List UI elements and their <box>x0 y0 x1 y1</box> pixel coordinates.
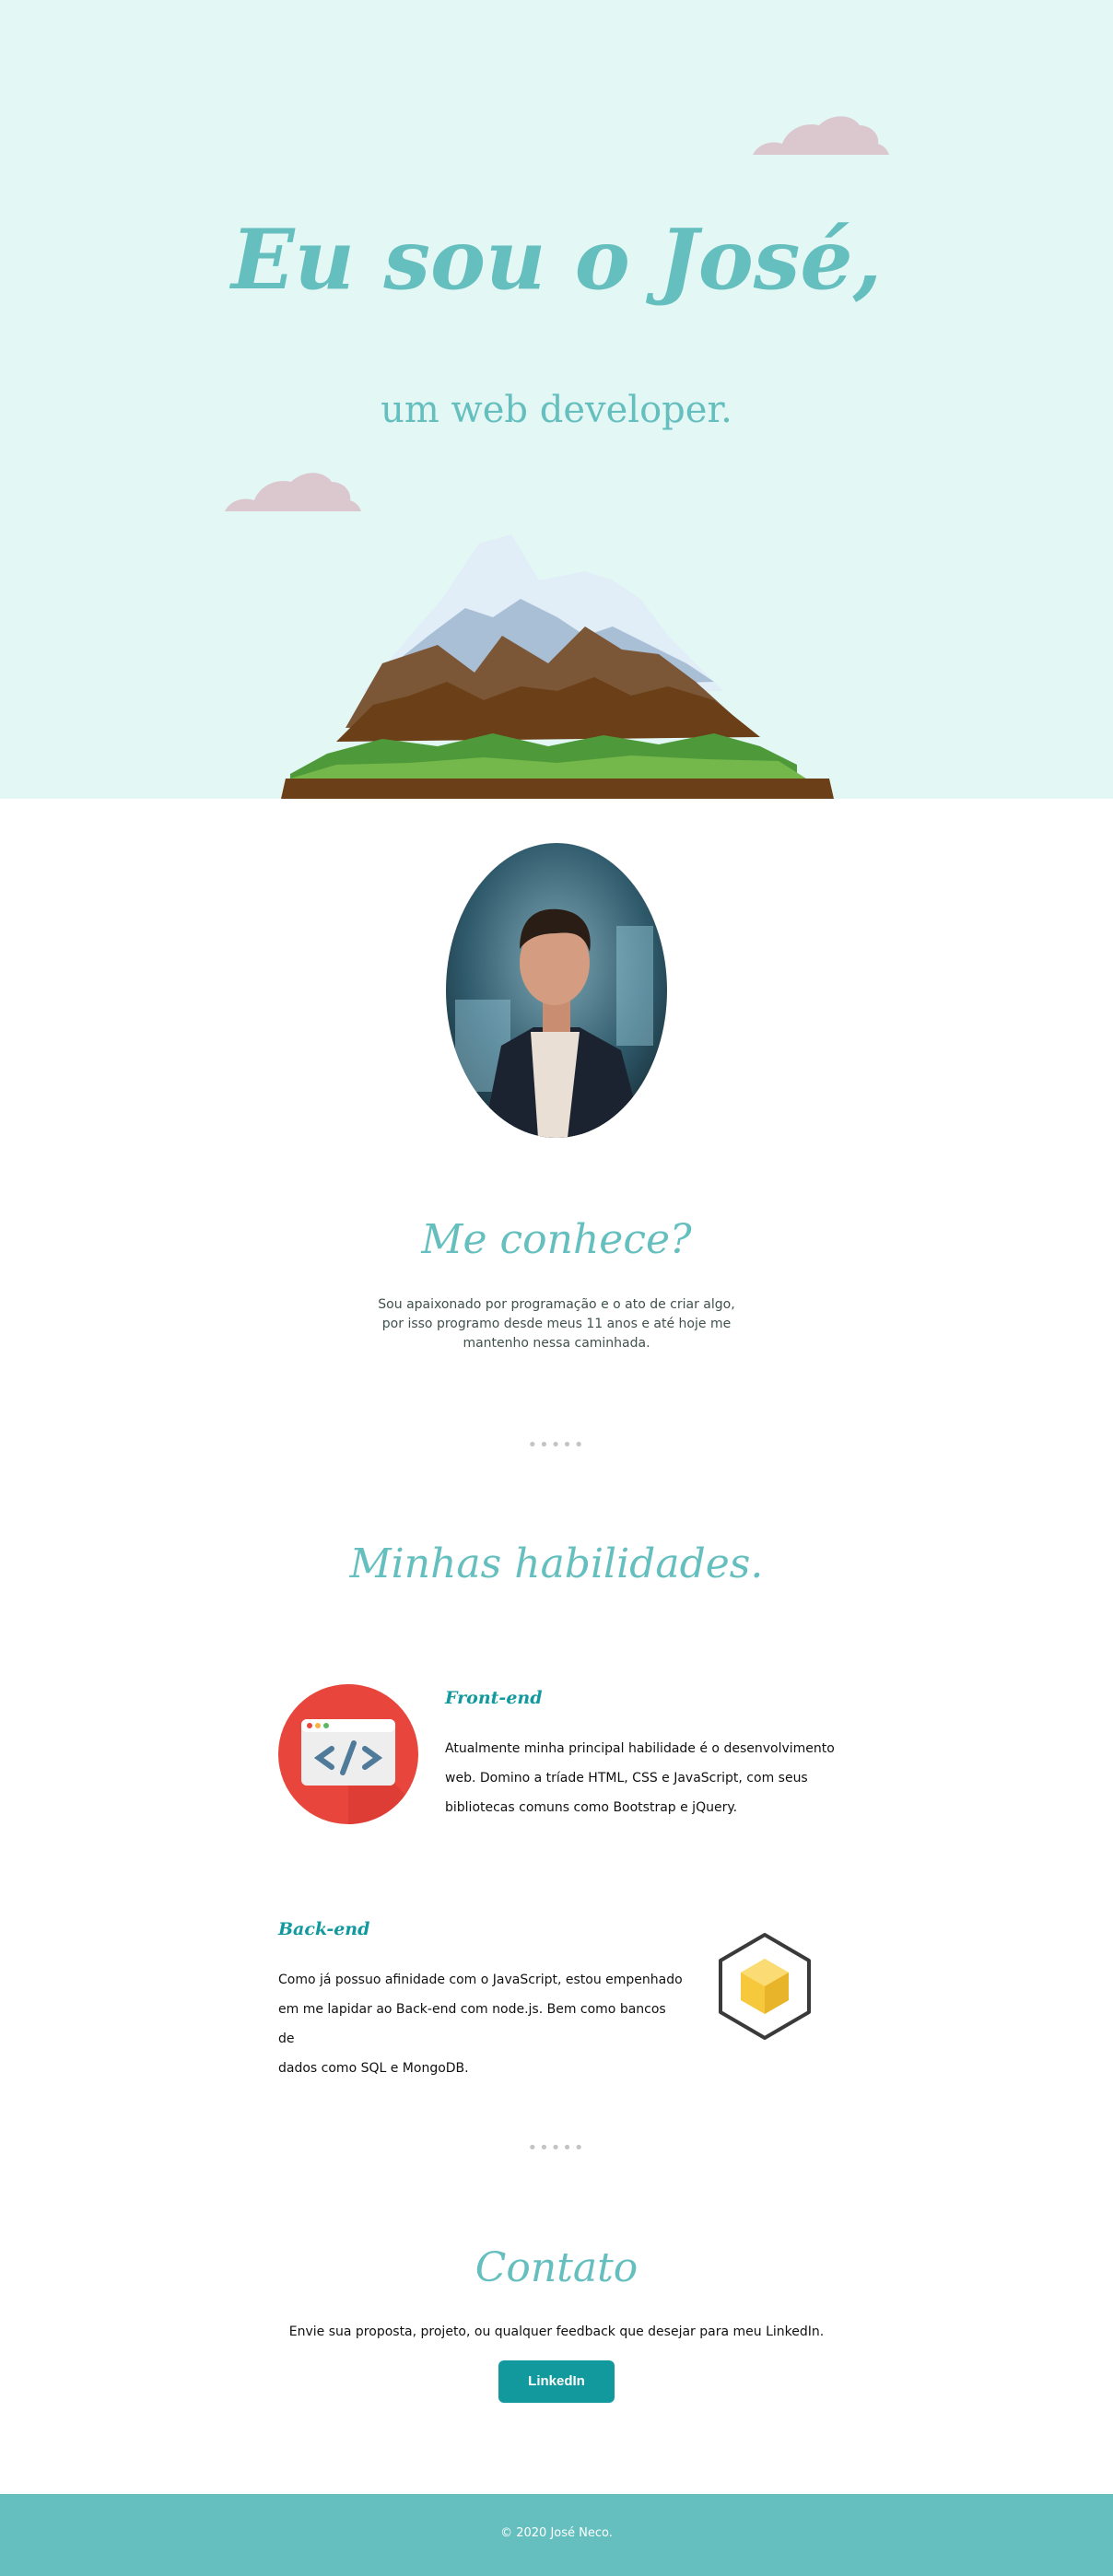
cloud-icon <box>225 473 361 511</box>
frontend-text: Atualmente minha principal habilidade é … <box>445 1734 850 1822</box>
about-line: por isso programo desde meus 11 anos e a… <box>381 1317 732 1331</box>
backend-line: Como já possuo afinidade com o JavaScrip… <box>278 1973 683 1987</box>
about-line: Sou apaixonado por programação e o ato d… <box>378 1297 735 1312</box>
skills-title: Minhas habilidades. <box>349 1540 764 1587</box>
hero-section: Eu sou o José, um web developer. <box>0 0 1113 799</box>
code-window-icon <box>278 1684 418 1824</box>
cube-icon <box>719 1933 811 2040</box>
about-text: Sou apaixonado por programação e o ato d… <box>372 1295 741 1353</box>
frontend-title: Front-end <box>445 1688 543 1708</box>
section-divider: ••••• <box>527 1435 586 1455</box>
linkedin-button[interactable]: LinkedIn <box>498 2360 615 2403</box>
contact-title: Contato <box>474 2244 639 2291</box>
contact-text: Envie sua proposta, projeto, ou qualquer… <box>288 2324 825 2339</box>
footer: © 2020 José Neco. <box>0 2494 1113 2576</box>
footer-copyright: © 2020 José Neco. <box>500 2526 613 2540</box>
backend-line: em me lapidar ao Back-end com node.js. B… <box>278 2002 666 2046</box>
frontend-line: web. Domino a tríade HTML, CSS e JavaScr… <box>445 1771 808 1786</box>
backend-title: Back-end <box>278 1919 370 1939</box>
mountain-illustration <box>281 534 834 799</box>
about-title: Me conhece? <box>421 1216 692 1263</box>
frontend-line: bibliotecas comuns como Bootstrap e jQue… <box>445 1800 738 1815</box>
backend-line: dados como SQL e MongoDB. <box>278 2061 469 2076</box>
section-divider: ••••• <box>527 2138 586 2158</box>
hero-subtitle: um web developer. <box>381 389 732 431</box>
about-line: mantenho nessa caminhada. <box>463 1336 650 1351</box>
hero-title: Eu sou o José, <box>230 211 883 309</box>
frontend-line: Atualmente minha principal habilidade é … <box>445 1741 835 1756</box>
cloud-icon <box>753 116 889 155</box>
profile-photo <box>446 843 667 1138</box>
backend-text: Como já possuo afinidade com o JavaScrip… <box>278 1965 684 2083</box>
